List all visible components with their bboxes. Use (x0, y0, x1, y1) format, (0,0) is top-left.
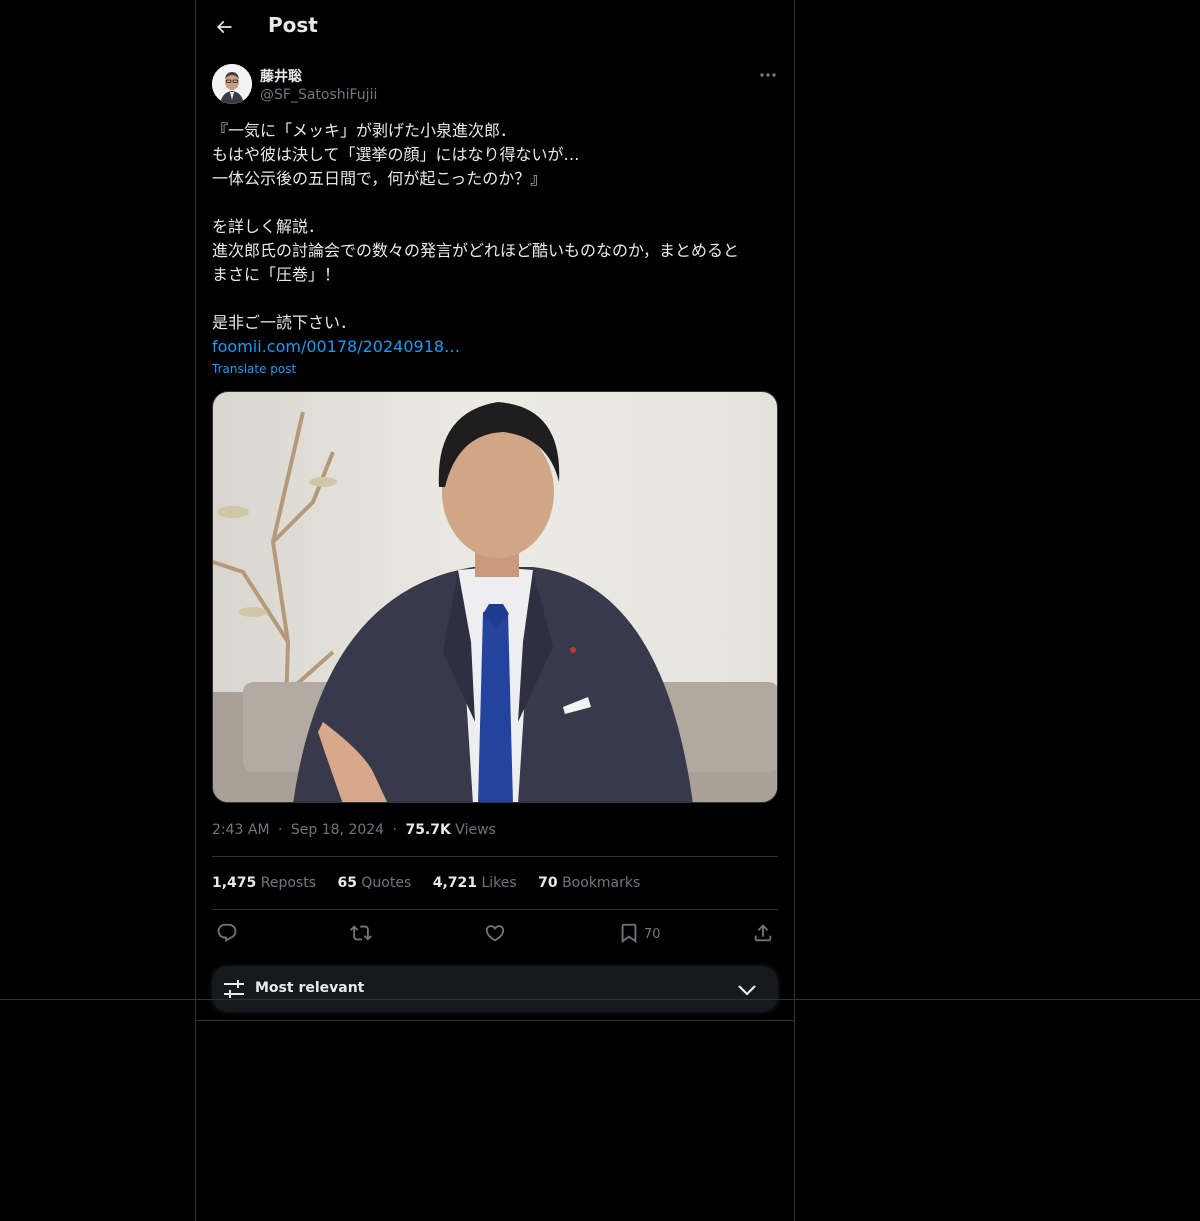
post-image[interactable] (212, 391, 778, 803)
avatar-portrait-icon (212, 64, 252, 104)
translate-post-link[interactable]: Translate post (212, 362, 296, 376)
post-meta: 2:43 AM · Sep 18, 2024 · 75.7K Views (212, 822, 496, 838)
reposts-label: Reposts (260, 875, 316, 891)
photo-man-in-suit (213, 392, 777, 802)
divider (212, 856, 778, 857)
divider (212, 909, 778, 910)
share-icon (754, 924, 772, 942)
chevron-down-icon (738, 985, 756, 996)
author-name[interactable]: 藤井聡 (260, 66, 302, 86)
post-time[interactable]: 2:43 AM (212, 822, 270, 838)
post-line (212, 191, 778, 215)
sort-replies-dropdown[interactable]: Most relevant (212, 966, 778, 1012)
quotes-label: Quotes (361, 875, 412, 891)
bookmark-button[interactable] (618, 922, 640, 946)
sort-label: Most relevant (255, 980, 365, 996)
separator: · (278, 822, 283, 838)
bookmarks-count: 70 (538, 875, 558, 891)
bookmarks-label: Bookmarks (562, 875, 641, 891)
main-column: Post 藤井聡 @SF_SatoshiFujii 『一気に「メッキ」が剥げた小… (195, 0, 795, 1221)
bookmarks-stat[interactable]: 70 Bookmarks (538, 875, 640, 891)
horizontal-rule (0, 999, 1200, 1000)
quotes-count: 65 (337, 875, 357, 891)
post-line (212, 287, 778, 311)
post-line: 『一気に「メッキ」が剥げた小泉進次郎． (212, 121, 517, 140)
post-text: 『一気に「メッキ」が剥げた小泉進次郎． もはや彼は決して「選挙の顔」にはなり得な… (212, 119, 778, 335)
more-options-button[interactable] (758, 66, 778, 84)
sliders-icon (224, 980, 244, 998)
reply-icon (217, 923, 237, 942)
like-icon (485, 925, 505, 942)
engagement-stats: 1,475 Reposts 65 Quotes 4,721 Likes 70 B… (212, 875, 657, 891)
post-line: まさに「圧巻」！ (212, 265, 341, 284)
post-line: 一体公示後の五日間で，何が起こったのか？』 (212, 169, 547, 188)
more-dots-icon (760, 73, 776, 77)
back-button[interactable] (212, 15, 236, 39)
views-label: Views (455, 822, 496, 838)
bookmark-count: 70 (644, 927, 661, 942)
reposts-count: 1,475 (212, 875, 257, 891)
post-line: もはや彼は決して「選挙の顔」にはなり得ないが… (212, 145, 580, 164)
views-count: 75.7K (405, 822, 451, 838)
likes-stat[interactable]: 4,721 Likes (433, 875, 517, 891)
quotes-stat[interactable]: 65 Quotes (337, 875, 411, 891)
likes-count: 4,721 (432, 875, 477, 891)
page-title: Post (268, 13, 318, 37)
post-line: 是非ご一読下さい． (212, 313, 357, 332)
avatar[interactable] (212, 64, 252, 104)
horizontal-rule (195, 1020, 795, 1021)
like-button[interactable] (484, 922, 506, 946)
post-line: 進次郎氏の討論会での数々の発言がどれほど酷いものなのか，まとめると (212, 241, 740, 260)
post-link[interactable]: foomii.com/00178/20240918… (212, 335, 460, 359)
header: Post (196, 0, 794, 54)
post-line: を詳しく解説． (212, 217, 325, 236)
author-handle[interactable]: @SF_SatoshiFujii (260, 87, 377, 103)
reply-button[interactable] (216, 922, 238, 946)
repost-icon (350, 925, 372, 941)
likes-label: Likes (481, 875, 517, 891)
back-arrow-icon (216, 20, 232, 34)
reposts-stat[interactable]: 1,475 Reposts (212, 875, 316, 891)
share-button[interactable] (752, 922, 774, 946)
post-date[interactable]: Sep 18, 2024 (291, 822, 384, 838)
separator: · (392, 822, 397, 838)
bookmark-icon (621, 923, 637, 944)
repost-button[interactable] (350, 922, 372, 946)
